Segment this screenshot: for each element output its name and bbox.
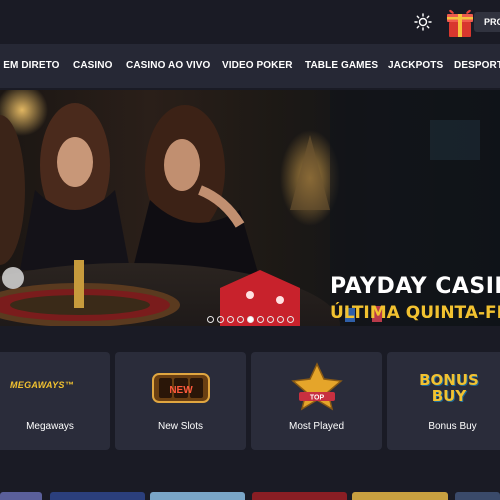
star-icon: TOP xyxy=(291,362,343,411)
category-card-megaways[interactable]: MEGAWAYS™ Megaways xyxy=(0,352,110,450)
category-label: New Slots xyxy=(157,421,203,432)
top-bar: PROMOÇÕES xyxy=(0,0,500,44)
bonus-buy-logo-icon: BONUS BUY xyxy=(419,371,479,405)
game-thumbnail[interactable] xyxy=(50,492,145,500)
nav-item-live-casino[interactable]: CASINO AO VIVO xyxy=(126,44,210,88)
carousel-dot[interactable] xyxy=(257,316,264,323)
carousel-dot[interactable] xyxy=(237,316,244,323)
carousel-dot[interactable] xyxy=(217,316,224,323)
carousel-dot[interactable] xyxy=(267,316,274,323)
gift-icon[interactable] xyxy=(444,5,476,39)
category-card-new-slots[interactable]: NEW New Slots xyxy=(115,352,246,450)
game-thumbnail[interactable] xyxy=(0,492,42,500)
game-thumbnail[interactable] xyxy=(352,492,448,500)
category-card-bonus-buy[interactable]: BONUS BUY Bonus Buy xyxy=(387,352,500,450)
nav-item-video-poker[interactable]: VIDEO POKER xyxy=(222,44,293,88)
banner-title: PAYDAY CASINO xyxy=(330,274,500,299)
category-card-most-played[interactable]: TOP Most Played xyxy=(251,352,382,450)
sun-icon[interactable] xyxy=(414,13,432,31)
carousel-dot[interactable] xyxy=(247,316,254,323)
game-thumbnail[interactable] xyxy=(150,492,245,500)
category-label: Bonus Buy xyxy=(428,421,477,432)
nav-item-jackpots[interactable]: JACKPOTS xyxy=(388,44,443,88)
promotions-label: PROMOÇÕES xyxy=(484,17,500,27)
hero-banner[interactable]: PAYDAY CASINO ÚLTIMA QUINTA-FEIRA xyxy=(0,90,500,326)
category-label: Megaways xyxy=(26,421,74,432)
carousel-dot[interactable] xyxy=(287,316,294,323)
carousel-dot[interactable] xyxy=(277,316,284,323)
nav-item-casino[interactable]: CASINO xyxy=(73,44,113,88)
slot-reels-text: NEW xyxy=(169,385,193,396)
nav-item-sports[interactable]: DESPORTOS xyxy=(454,44,500,88)
category-label: Most Played xyxy=(288,421,345,432)
category-cards: MEGAWAYS™ Megaways NEW New Slots TOP Mos… xyxy=(0,352,500,450)
main-navigation: AO VIVO EM DIRETO CASINO CASINO AO VIVO … xyxy=(0,44,500,88)
carousel-dot[interactable] xyxy=(207,316,214,323)
game-thumbnails-row xyxy=(0,488,500,500)
game-thumbnail[interactable] xyxy=(252,492,347,500)
promotions-button[interactable]: PROMOÇÕES xyxy=(474,12,500,32)
megaways-logo-icon: MEGAWAYS™ xyxy=(10,380,75,390)
nav-item-live[interactable]: AO VIVO EM DIRETO xyxy=(0,44,60,88)
slot-reels-icon: NEW xyxy=(152,373,210,403)
game-thumbnail[interactable] xyxy=(455,492,500,500)
nav-item-table-games[interactable]: TABLE GAMES xyxy=(305,44,378,88)
carousel-dots xyxy=(0,316,500,326)
star-ribbon-text: TOP xyxy=(310,395,325,402)
carousel-dot[interactable] xyxy=(227,316,234,323)
